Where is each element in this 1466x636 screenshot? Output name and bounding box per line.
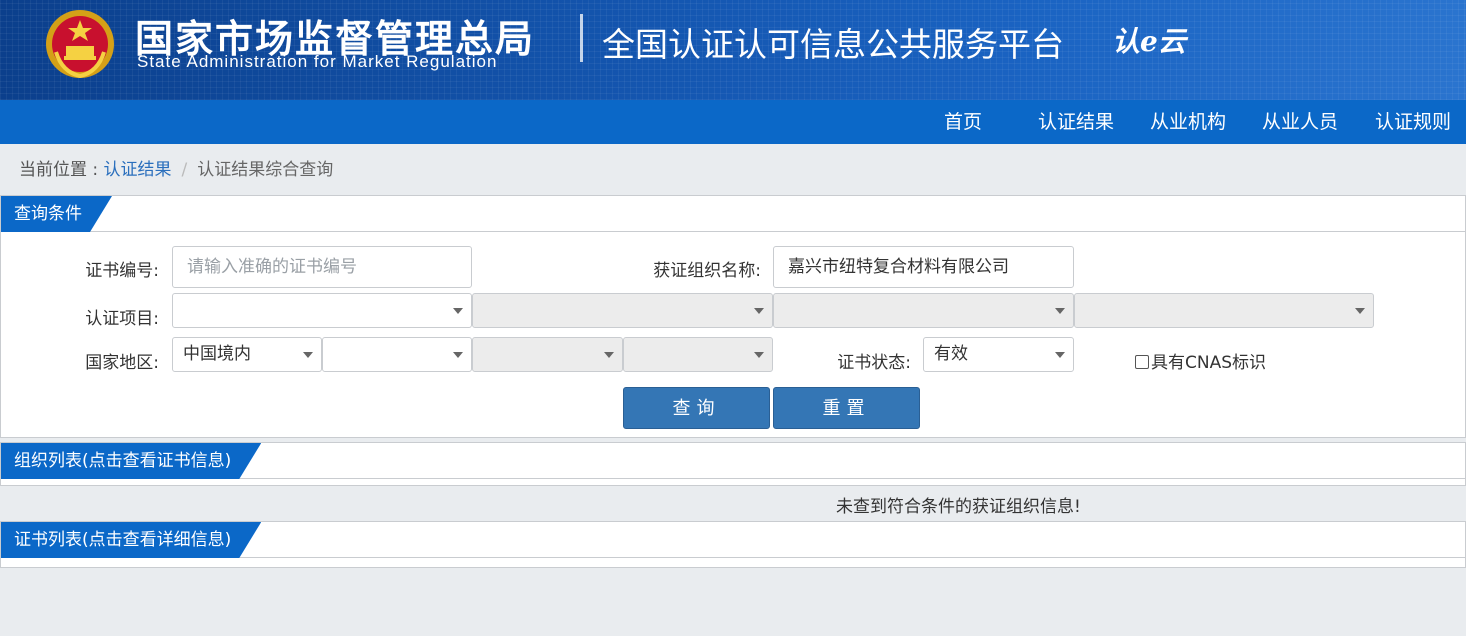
cnas-checkbox-label: 具有CNAS标识 (1151, 353, 1267, 373)
cert-project-label: 认证项目: (85, 309, 159, 329)
cert-list-panel-header: 证书列表(点击查看详细信息) (1, 522, 1465, 558)
breadcrumb-link-cert-results[interactable]: 认证结果 (104, 160, 172, 180)
query-panel: 查询条件 证书编号: 请输入准确的证书编号 获证组织名称: 嘉兴市纽特复合材料有… (0, 195, 1466, 438)
cert-no-label: 证书编号: (85, 261, 159, 281)
query-panel-header: 查询条件 (1, 196, 1465, 232)
region-select-2[interactable] (322, 337, 472, 372)
cert-project-select-3[interactable] (773, 293, 1074, 328)
nav-item-rules[interactable]: 认证规则 (1375, 100, 1451, 144)
cert-list-panel-title: 证书列表(点击查看详细信息) (1, 522, 261, 558)
nav-item-home[interactable]: 首页 (944, 100, 982, 144)
cert-status-label: 证书状态: (837, 353, 911, 373)
platform-title: 全国认证认可信息公共服务平台 (602, 25, 1064, 64)
chevron-down-icon (754, 308, 764, 314)
national-emblem-icon (46, 10, 114, 79)
chevron-down-icon (1355, 308, 1365, 314)
nav-item-personnel[interactable]: 从业人员 (1262, 100, 1338, 144)
region-select-4[interactable] (623, 337, 773, 372)
org-list-panel-header: 组织列表(点击查看证书信息) (1, 443, 1465, 479)
reset-button[interactable]: 重置 (773, 387, 920, 429)
nav-item-institutions[interactable]: 从业机构 (1150, 100, 1226, 144)
main-nav: 首页 认证结果 从业机构 从业人员 认证规则 (0, 100, 1466, 144)
breadcrumb-current: 认证结果综合查询 (197, 160, 334, 180)
org-list-panel-title: 组织列表(点击查看证书信息) (1, 443, 261, 479)
cert-status-value: 有效 (934, 344, 968, 364)
cnas-checkbox[interactable]: 具有CNAS标识 (1135, 348, 1266, 373)
org-list-empty-message: 未查到符合条件的获证组织信息! (836, 497, 1081, 517)
header-banner: 国家市场监督管理总局 State Administration for Mark… (0, 0, 1466, 100)
cert-project-select-2[interactable] (472, 293, 773, 328)
banner-divider (580, 14, 583, 62)
region-select-value: 中国境内 (183, 344, 251, 364)
query-panel-title: 查询条件 (1, 196, 112, 232)
chevron-down-icon (1055, 308, 1065, 314)
org-list-panel: 组织列表(点击查看证书信息) (0, 442, 1466, 486)
breadcrumb-separator: / (181, 160, 188, 180)
chevron-down-icon (453, 352, 463, 358)
cert-list-panel: 证书列表(点击查看详细信息) (0, 521, 1466, 568)
agency-name-en: State Administration for Market Regulati… (137, 52, 498, 71)
region-select-3[interactable] (472, 337, 623, 372)
cert-project-select-4[interactable] (1074, 293, 1374, 328)
cloud-logo: 认e云 (1112, 25, 1186, 58)
region-select-1[interactable]: 中国境内 (172, 337, 322, 372)
chevron-down-icon (453, 308, 463, 314)
breadcrumb: 当前位置 : 认证结果 / 认证结果综合查询 (19, 155, 333, 180)
region-label: 国家地区: (85, 353, 159, 373)
org-name-input[interactable]: 嘉兴市纽特复合材料有限公司 (773, 246, 1074, 288)
cert-no-input[interactable]: 请输入准确的证书编号 (172, 246, 472, 288)
chevron-down-icon (303, 352, 313, 358)
cert-project-select-1[interactable] (172, 293, 472, 328)
chevron-down-icon (1055, 352, 1065, 358)
nav-item-cert-results[interactable]: 认证结果 (1038, 100, 1114, 144)
org-name-label: 获证组织名称: (653, 261, 761, 281)
chevron-down-icon (754, 352, 764, 358)
breadcrumb-prefix: 当前位置 : (19, 160, 104, 180)
query-button[interactable]: 查询 (623, 387, 770, 429)
cert-status-select[interactable]: 有效 (923, 337, 1074, 372)
chevron-down-icon (604, 352, 614, 358)
checkbox-icon[interactable] (1135, 355, 1149, 369)
